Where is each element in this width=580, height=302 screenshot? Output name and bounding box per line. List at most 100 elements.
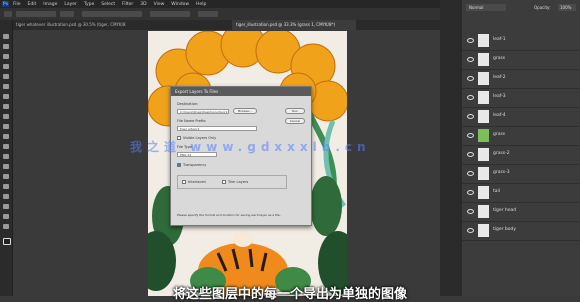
layer-name: leaf-4	[493, 113, 506, 118]
dodge-tool-icon[interactable]	[3, 164, 9, 169]
eye-icon[interactable]	[467, 95, 474, 100]
trim-layers-checkbox[interactable]	[222, 180, 226, 184]
layer-thumbnail	[478, 34, 489, 47]
menu-view[interactable]: View	[154, 2, 165, 7]
eye-icon[interactable]	[467, 228, 474, 233]
prefix-field[interactable]: tiger artwork	[177, 126, 257, 131]
layers-panel: Normal Opacity: 100% leaf-1 grass leaf-2…	[462, 0, 580, 296]
layer-row[interactable]: grass	[462, 50, 580, 70]
layer-thumbnail	[478, 110, 489, 123]
destination-field[interactable]: C:\Users\Shaw\Desktop\artwork	[177, 109, 229, 114]
layer-thumbnail	[478, 72, 489, 85]
move-tool-icon[interactable]	[3, 34, 9, 39]
menu-image[interactable]: Image	[43, 2, 57, 7]
opacity-field[interactable]: 100%	[558, 4, 576, 11]
document-tab-bar: tiger whatever illustration.psd @ 30.5% …	[12, 20, 440, 30]
layer-name: leaf-3	[493, 94, 506, 99]
gradient-tool-icon[interactable]	[3, 144, 9, 149]
layer-thumbnail	[478, 129, 489, 142]
crop-tool-icon[interactable]	[3, 74, 9, 79]
options-dropdown[interactable]	[16, 11, 56, 17]
layer-row[interactable]: leaf-1	[462, 31, 580, 51]
type-tool-icon[interactable]	[3, 184, 9, 189]
shape-tool-icon[interactable]	[3, 204, 9, 209]
browse-button[interactable]: Browse...	[233, 108, 257, 114]
marquee-tool-icon[interactable]	[3, 44, 9, 49]
menu-window[interactable]: Window	[171, 2, 189, 7]
layer-thumbnail	[478, 148, 489, 161]
layer-name: grass-2	[493, 151, 510, 156]
dialog-title: Export Layers To Files	[171, 87, 311, 96]
options-field[interactable]	[198, 11, 218, 17]
layer-thumbnail	[478, 224, 489, 237]
eraser-tool-icon[interactable]	[3, 134, 9, 139]
foreground-color-swatch[interactable]	[3, 238, 11, 245]
export-layers-dialog: Export Layers To Files Destination: C:\U…	[170, 86, 312, 226]
history-brush-tool-icon[interactable]	[3, 124, 9, 129]
layer-thumbnail	[478, 167, 489, 180]
layer-name: grass-3	[493, 170, 510, 175]
menu-type[interactable]: Type	[84, 2, 94, 7]
layer-row[interactable]: leaf-2	[462, 69, 580, 89]
layer-name: leaf-2	[493, 75, 506, 80]
tools-panel	[0, 20, 13, 296]
cancel-button[interactable]: Cancel	[285, 118, 305, 124]
menu-3d[interactable]: 3D	[140, 2, 146, 7]
tool-preset-picker[interactable]	[4, 11, 12, 17]
layer-row[interactable]: grass-2	[462, 145, 580, 165]
menu-layer[interactable]: Layer	[64, 2, 77, 7]
eyedropper-tool-icon[interactable]	[3, 84, 9, 89]
options-field[interactable]	[82, 11, 142, 17]
eye-icon[interactable]	[467, 209, 474, 214]
help-text: Please specify the format and location f…	[177, 213, 281, 217]
opacity-label: Opacity:	[534, 5, 551, 10]
layer-row[interactable]: tiger body	[462, 221, 580, 241]
options-dropdown[interactable]	[60, 11, 74, 17]
eye-icon[interactable]	[467, 152, 474, 157]
layer-row[interactable]: leaf-3	[462, 88, 580, 108]
interlaced-checkbox[interactable]	[182, 180, 186, 184]
eye-icon[interactable]	[467, 190, 474, 195]
menu-edit[interactable]: Edit	[28, 2, 37, 7]
layer-name: grass	[493, 56, 506, 61]
document-tab-active[interactable]: tiger_illustration.psd @ 33.3% (grass 1,…	[232, 20, 356, 30]
layer-row[interactable]: tail	[462, 183, 580, 203]
layer-row[interactable]: tiger head	[462, 202, 580, 222]
eye-icon[interactable]	[467, 114, 474, 119]
eye-icon[interactable]	[467, 57, 474, 62]
run-button[interactable]: Run	[285, 108, 305, 114]
layer-thumbnail	[478, 205, 489, 218]
trim-layers-label: Trim Layers	[228, 180, 249, 184]
blend-mode-select[interactable]: Normal	[466, 4, 506, 11]
layer-thumbnail	[478, 53, 489, 66]
path-select-tool-icon[interactable]	[3, 194, 9, 199]
transparency-checkbox[interactable]	[177, 163, 181, 167]
healing-tool-icon[interactable]	[3, 94, 9, 99]
zoom-tool-icon[interactable]	[3, 224, 9, 229]
layer-row[interactable]: grass-3	[462, 164, 580, 184]
eye-icon[interactable]	[467, 171, 474, 176]
menu-help[interactable]: Help	[196, 2, 206, 7]
eye-icon[interactable]	[467, 38, 474, 43]
menu-file[interactable]: File	[13, 2, 21, 7]
layer-row[interactable]: grass	[462, 126, 580, 146]
video-subtitle: 将这些图层中的每一个导出为单独的图像	[172, 287, 407, 302]
layer-name: grass	[493, 132, 506, 137]
blur-tool-icon[interactable]	[3, 154, 9, 159]
eye-icon[interactable]	[467, 133, 474, 138]
pen-tool-icon[interactable]	[3, 174, 9, 179]
quick-select-tool-icon[interactable]	[3, 64, 9, 69]
hand-tool-icon[interactable]	[3, 214, 9, 219]
menu-select[interactable]: Select	[101, 2, 115, 7]
lasso-tool-icon[interactable]	[3, 54, 9, 59]
clone-stamp-tool-icon[interactable]	[3, 114, 9, 119]
layer-name: tiger body	[493, 227, 517, 232]
document-tab[interactable]: tiger whatever illustration.psd @ 30.5% …	[12, 20, 126, 30]
eye-icon[interactable]	[467, 76, 474, 81]
transparency-label: Transparency	[183, 163, 207, 167]
brush-tool-icon[interactable]	[3, 104, 9, 109]
layer-name: tail	[493, 189, 501, 194]
layer-row[interactable]: leaf-4	[462, 107, 580, 127]
options-field[interactable]	[150, 11, 190, 17]
menu-filter[interactable]: Filter	[122, 2, 133, 7]
